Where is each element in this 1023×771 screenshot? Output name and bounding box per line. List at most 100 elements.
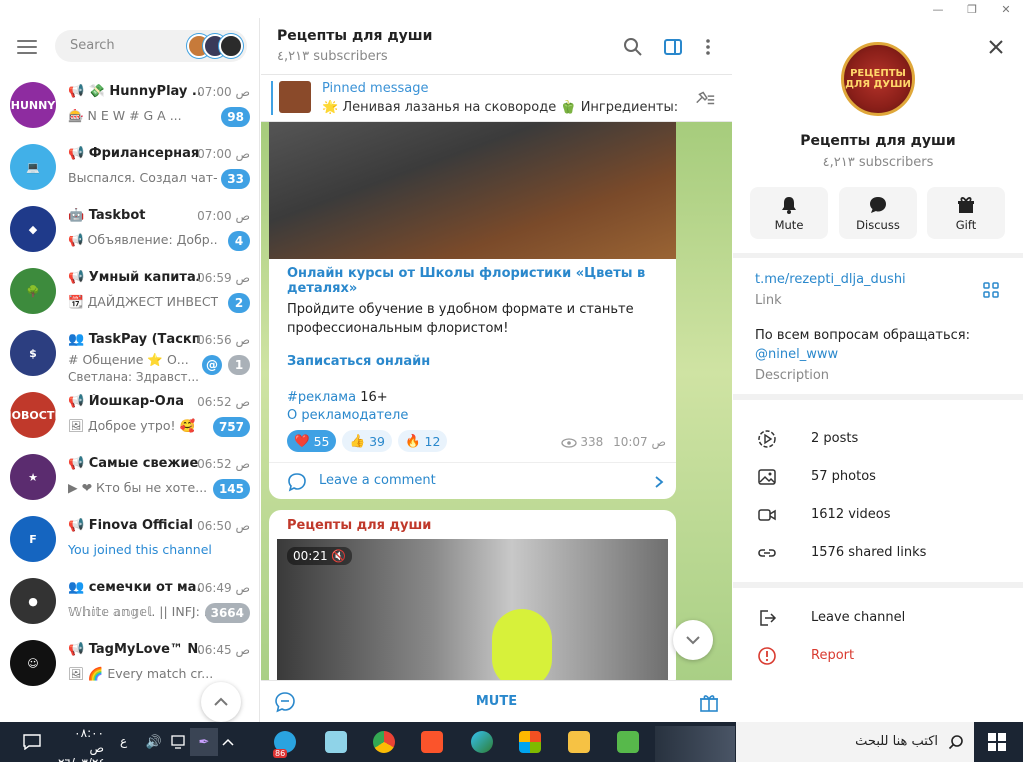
leave-channel-button[interactable]: Leave channel <box>733 599 1023 637</box>
signup-link[interactable]: Записаться онлайн <box>287 354 430 369</box>
telegram-badge: 86 <box>273 749 288 758</box>
more-options-icon[interactable] <box>697 36 719 58</box>
chat-list-item[interactable]: ● 👥 семечки от ма... 06:49 ص 𝕎𝕙𝕚𝕥𝕖 𝕒𝕟𝕘𝕖𝕝. |… <box>0 572 259 634</box>
channel-header[interactable]: Рецепты для души ٤,٢١٣ subscribers <box>261 18 732 75</box>
avatar-text: HUNNY <box>10 98 56 112</box>
maximize-button[interactable]: ❐ <box>955 0 989 18</box>
chat-preview: 𝕎𝕙𝕚𝕥𝕖 𝕒𝕟𝕘𝕖𝕝. || INFJ: ... <box>68 604 216 619</box>
description-caption: Description <box>755 368 830 383</box>
notifications-icon[interactable] <box>18 728 46 756</box>
qr-code-icon[interactable] <box>982 281 1000 299</box>
search-icon <box>948 735 963 750</box>
bell-icon <box>782 197 796 214</box>
channel-logo[interactable]: РЕЦЕПТЫ ДЛЯ ДУШИ <box>841 42 915 116</box>
hashtag-link[interactable]: #реклама <box>287 390 356 405</box>
volume-icon[interactable]: 🔊 <box>140 728 168 756</box>
discuss-button[interactable]: Discuss <box>839 187 917 239</box>
sidebar-toggle-icon[interactable] <box>662 36 684 58</box>
chat-avatar: $ <box>10 330 56 376</box>
search-icon[interactable] <box>622 36 644 58</box>
menu-icon[interactable] <box>17 40 37 54</box>
gift-icon[interactable] <box>698 691 720 713</box>
chat-preview: 🖼 🌈 Every match cr... <box>68 666 214 681</box>
windows-taskbar: ٠٨:٠٠ ص ٢٦/٠٣/٢٤ ع 🔊 ✒ 86 اكتب هنا للبحث <box>0 722 1023 770</box>
chat-list-item[interactable]: HUNNY 📢 💸 HunnyPlay ... 07:00 ص 🎰 N E W # G… <box>0 76 259 138</box>
edge-taskbar-icon[interactable] <box>468 728 496 756</box>
scroll-up-button[interactable] <box>201 682 241 722</box>
start-button[interactable] <box>985 730 1009 754</box>
post-video[interactable]: Рецепты для души 00:21 🔇 <box>269 510 676 680</box>
clock[interactable]: ٠٨:٠٠ ص ٢٦/٠٣/٢٤ <box>58 726 105 771</box>
stories-avatars[interactable] <box>187 34 243 58</box>
explorer-taskbar-icon[interactable] <box>565 728 593 756</box>
posts-icon <box>758 430 776 448</box>
chat-time: 06:52 ص <box>197 395 250 409</box>
chat-avatar: HUNNY <box>10 82 56 128</box>
notepad-taskbar-icon[interactable] <box>322 728 350 756</box>
chat-title: 📢 Йошкар-Ола <box>68 394 184 409</box>
chat-time: 07:00 ص <box>197 85 250 99</box>
media-row-photos[interactable]: 57 photos <box>733 458 1023 496</box>
reaction-chip[interactable]: 👍 39 <box>342 430 392 452</box>
message-feed[interactable]: Онлайн курсы от Школы флористики «Цветы … <box>261 122 732 680</box>
post-ad[interactable]: Онлайн курсы от Школы флористики «Цветы … <box>269 122 676 499</box>
media-row-videos[interactable]: 1612 videos <box>733 496 1023 534</box>
avatar-text: F <box>29 532 37 546</box>
post-image[interactable] <box>269 122 676 259</box>
network-icon[interactable] <box>165 728 193 756</box>
media-row-links[interactable]: 1576 shared links <box>733 534 1023 572</box>
telegram-taskbar-icon[interactable]: 86 <box>271 728 299 758</box>
close-profile-button[interactable] <box>985 36 1007 58</box>
chat-list-item[interactable]: 🌳 📢 Умный капитал 06:59 ص 📆 ДАЙДЖЕСТ ИНВЕСТ… <box>0 262 259 324</box>
chat-list-item[interactable]: 💻 📢 Фрилансерная 07:00 ص Выспался. Создал ч… <box>0 138 259 200</box>
mute-button[interactable]: MUTE <box>261 694 732 709</box>
language-indicator[interactable]: ع <box>120 734 127 748</box>
chat-list-item[interactable]: $ 👥 TaskPay (Таскп...06:56 ص # Общение ⭐ О… <box>0 324 259 386</box>
story-avatar[interactable] <box>219 34 243 58</box>
chat-list-item[interactable]: НОВОСТИ 📢 Йошкар-Ола 06:52 ص🖼 Доброе утро!… <box>0 386 259 448</box>
chat-title: 📢 Умный капитал <box>68 270 200 285</box>
search-input[interactable]: Search <box>55 30 247 62</box>
chat-list-item[interactable]: ◆ 🤖 Taskbot 07:00 ص 📢 Объявление: Добр... 4 <box>0 200 259 262</box>
photos-count: 57 photos <box>811 469 876 484</box>
channel-link[interactable]: t.me/rezepti_dlja_dushi <box>755 272 906 287</box>
chevron-up-icon <box>214 697 228 706</box>
reaction-emoji: 👍 <box>349 433 366 448</box>
description-text: По всем вопросам обращаться: <box>755 328 970 343</box>
taskbar-search[interactable]: اكتب هنا للبحث <box>736 722 974 762</box>
post-author: Рецепты для души <box>287 518 432 533</box>
weather-widget[interactable] <box>655 726 735 762</box>
report-button[interactable]: Report <box>733 637 1023 675</box>
scroll-down-button[interactable] <box>673 620 713 660</box>
pinned-list-icon[interactable] <box>694 87 716 109</box>
tray-expand-icon[interactable] <box>214 728 242 756</box>
mute-channel-button[interactable]: Mute <box>750 187 828 239</box>
advertiser-link[interactable]: О рекламодателе <box>287 408 408 423</box>
brave-taskbar-icon[interactable] <box>418 728 446 756</box>
chat-list-item[interactable]: F 📢 Finova Official 06:50 ص You joined this… <box>0 510 259 572</box>
pinned-label: Pinned message <box>322 81 429 96</box>
description-handle[interactable]: @ninel_www <box>755 347 838 362</box>
chat-preview: You joined this channel <box>68 542 212 557</box>
minimize-button[interactable]: — <box>921 0 955 18</box>
game-taskbar-icon[interactable] <box>614 728 642 756</box>
post-link-title[interactable]: Онлайн курсы от Школы флористики «Цветы … <box>287 266 676 296</box>
profile-header: РЕЦЕПТЫ ДЛЯ ДУШИ Рецепты для души ٤,٢١٣ … <box>733 18 1023 253</box>
chat-list-item[interactable]: ★ 📢 Самые свежие ...06:52 ص ▶ ❤ Кто бы не … <box>0 448 259 510</box>
reaction-chip[interactable]: 🔥 12 <box>397 430 448 452</box>
chat-title: 👥 TaskPay (Таскп... <box>68 332 200 347</box>
pinned-thumbnail <box>279 81 311 113</box>
media-row-posts[interactable]: 2 posts <box>733 420 1023 458</box>
store-taskbar-icon[interactable] <box>516 728 544 756</box>
unread-badge: 145 <box>212 479 250 499</box>
avatar-text: ● <box>28 594 38 608</box>
pinned-message-bar[interactable]: Pinned message 🌟 Ленивая лазанья на сков… <box>261 75 732 122</box>
photo-icon <box>758 469 776 485</box>
unread-badge: 2 <box>228 293 250 313</box>
gift-button[interactable]: Gift <box>927 187 1005 239</box>
chrome-taskbar-icon[interactable] <box>370 728 398 756</box>
close-window-button[interactable]: ✕ <box>989 0 1023 18</box>
reaction-chip[interactable]: ❤️ 55 <box>287 430 337 452</box>
leave-comment-button[interactable]: Leave a comment <box>269 462 676 499</box>
report-label: Report <box>811 648 855 663</box>
